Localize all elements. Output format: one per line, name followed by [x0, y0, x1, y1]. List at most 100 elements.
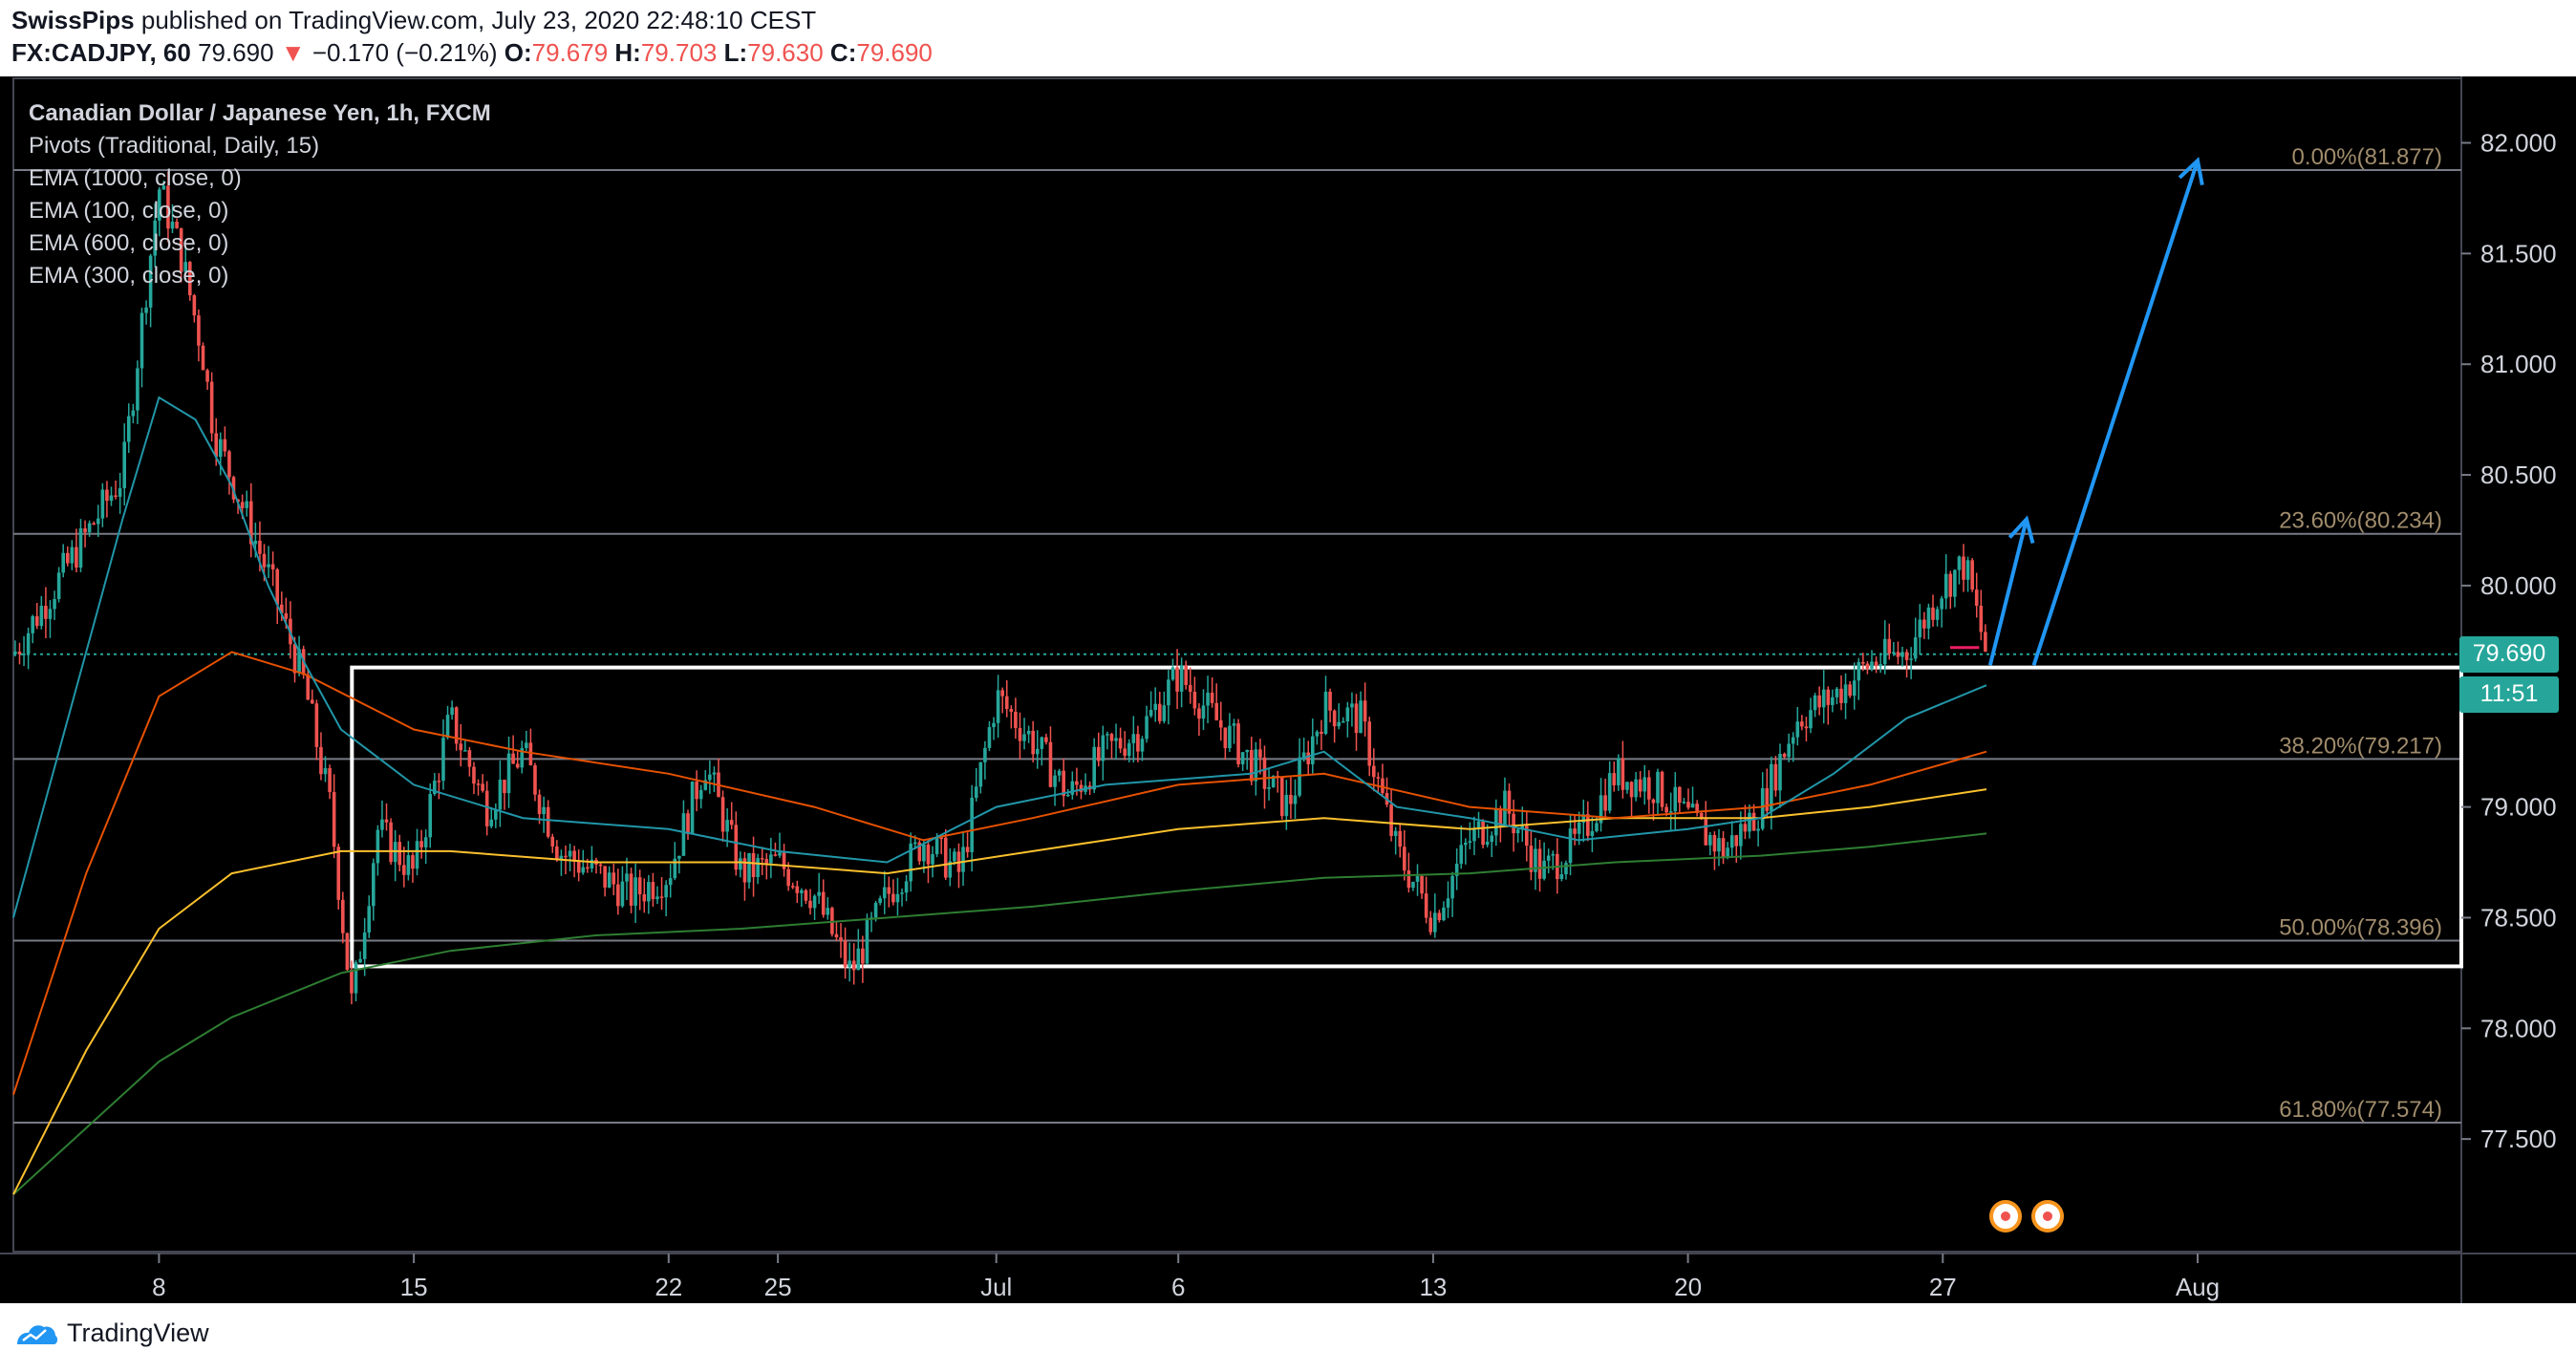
publish-info: published on TradingView.com, July 23, 2… [140, 6, 817, 34]
candle-body [878, 898, 882, 903]
legend-indicator[interactable]: EMA (600, close, 0) [29, 227, 491, 260]
y-tick-label: 81.500 [2480, 239, 2557, 268]
candle-body [350, 970, 354, 994]
candle-body [109, 495, 114, 502]
candle-body [943, 837, 948, 878]
author-name[interactable]: SwissPips [11, 6, 135, 34]
candle-body [1371, 765, 1376, 778]
fib-level-label: 50.00%(78.396) [2279, 915, 2442, 941]
candle-body [314, 703, 319, 747]
candle-body [1075, 781, 1079, 785]
candle-body [1974, 590, 1979, 606]
symbol-label: FX:CADJPY, 60 [11, 38, 191, 67]
candle-body [223, 439, 227, 452]
fib-level-label: 23.60%(80.234) [2279, 508, 2442, 534]
legend-indicator[interactable]: Pivots (Traditional, Daily, 15) [29, 130, 491, 162]
candle-body [817, 891, 821, 896]
candle-body [53, 599, 56, 610]
candle-body [1765, 787, 1770, 811]
candle-body [873, 902, 878, 918]
candle-body [1341, 721, 1345, 723]
tradingview-brand[interactable]: TradingView [15, 1318, 209, 1348]
candle-body [1573, 828, 1577, 834]
high-label: H: [614, 38, 641, 67]
x-tick-label: 27 [1929, 1273, 1957, 1301]
candle-body [1279, 777, 1284, 817]
candle-body [372, 863, 376, 907]
candle-body [1258, 749, 1262, 758]
candle-body [1293, 795, 1298, 804]
fib-level-label: 0.00%(81.877) [2292, 144, 2442, 170]
legend-indicator[interactable]: EMA (300, close, 0) [29, 260, 491, 292]
candle-body [987, 727, 992, 748]
candle-body [1940, 598, 1943, 610]
candle-body [406, 855, 411, 875]
candle-body [725, 820, 729, 832]
candle-body [1918, 619, 1922, 638]
candle-body [1721, 838, 1726, 858]
candle-body [1817, 695, 1821, 708]
candle-body [1148, 710, 1153, 717]
candle-body [1979, 605, 1984, 632]
candle-body [642, 893, 647, 902]
candle-body [668, 878, 673, 886]
candle-body [826, 908, 830, 915]
candle-body [900, 892, 904, 894]
candle-body [764, 859, 769, 864]
ema-1000-line [12, 832, 1987, 1195]
candle-body [306, 675, 311, 700]
candle-body [1320, 731, 1323, 735]
ema-300-line [12, 651, 1987, 1096]
candle-body [1861, 661, 1865, 664]
candle-body [629, 873, 633, 906]
candle-body [1485, 842, 1490, 846]
candle-body [625, 873, 629, 882]
candle-body [1638, 779, 1642, 792]
candle-body [1031, 730, 1035, 755]
candle-body [1739, 824, 1743, 847]
low-value: 79.630 [747, 38, 824, 67]
candle-body [437, 781, 441, 782]
candle-body [1931, 607, 1935, 620]
candle-body [607, 872, 612, 888]
candle-body [891, 893, 895, 903]
candle-body [17, 652, 22, 654]
legend-indicator[interactable]: EMA (100, close, 0) [29, 195, 491, 227]
candle-body [1656, 771, 1660, 804]
y-tick-label: 78.500 [2480, 903, 2557, 932]
candle-body [637, 877, 642, 894]
candle-body [616, 884, 620, 907]
publish-header: SwissPips published on TradingView.com, … [0, 0, 2576, 76]
candle-body [769, 854, 773, 864]
candle-body [1114, 738, 1118, 741]
candle-body [1568, 828, 1573, 864]
y-tick-label: 81.000 [2480, 350, 2557, 378]
candle-body [612, 872, 616, 885]
candle-body [953, 851, 956, 862]
economic-event-icon[interactable] [2031, 1200, 2064, 1233]
candle-body [1249, 749, 1254, 782]
candle-body [205, 370, 209, 382]
x-tick-label: 13 [1419, 1273, 1447, 1301]
candle-body [542, 806, 546, 815]
candle-body [1450, 875, 1454, 899]
candle-body [22, 654, 26, 655]
candle-body [1642, 777, 1647, 792]
legend-indicator[interactable]: EMA (1000, close, 0) [29, 162, 491, 195]
candle-body [620, 881, 625, 907]
candle-body [1882, 638, 1887, 665]
candle-body [1022, 734, 1026, 741]
candle-body [1398, 830, 1403, 847]
candle-body [1218, 719, 1223, 728]
candle-body [1345, 707, 1350, 722]
candle-body [934, 837, 939, 855]
candle-body [1773, 763, 1778, 791]
candle-body [1621, 758, 1625, 790]
economic-event-icon[interactable] [1989, 1200, 2022, 1233]
candle-body [65, 552, 70, 564]
fib-level-label: 38.20%(79.217) [2279, 733, 2442, 759]
candle-body [848, 960, 851, 968]
candle-body [1376, 777, 1381, 779]
candle-body [1607, 773, 1612, 811]
candle-body [1236, 723, 1240, 764]
